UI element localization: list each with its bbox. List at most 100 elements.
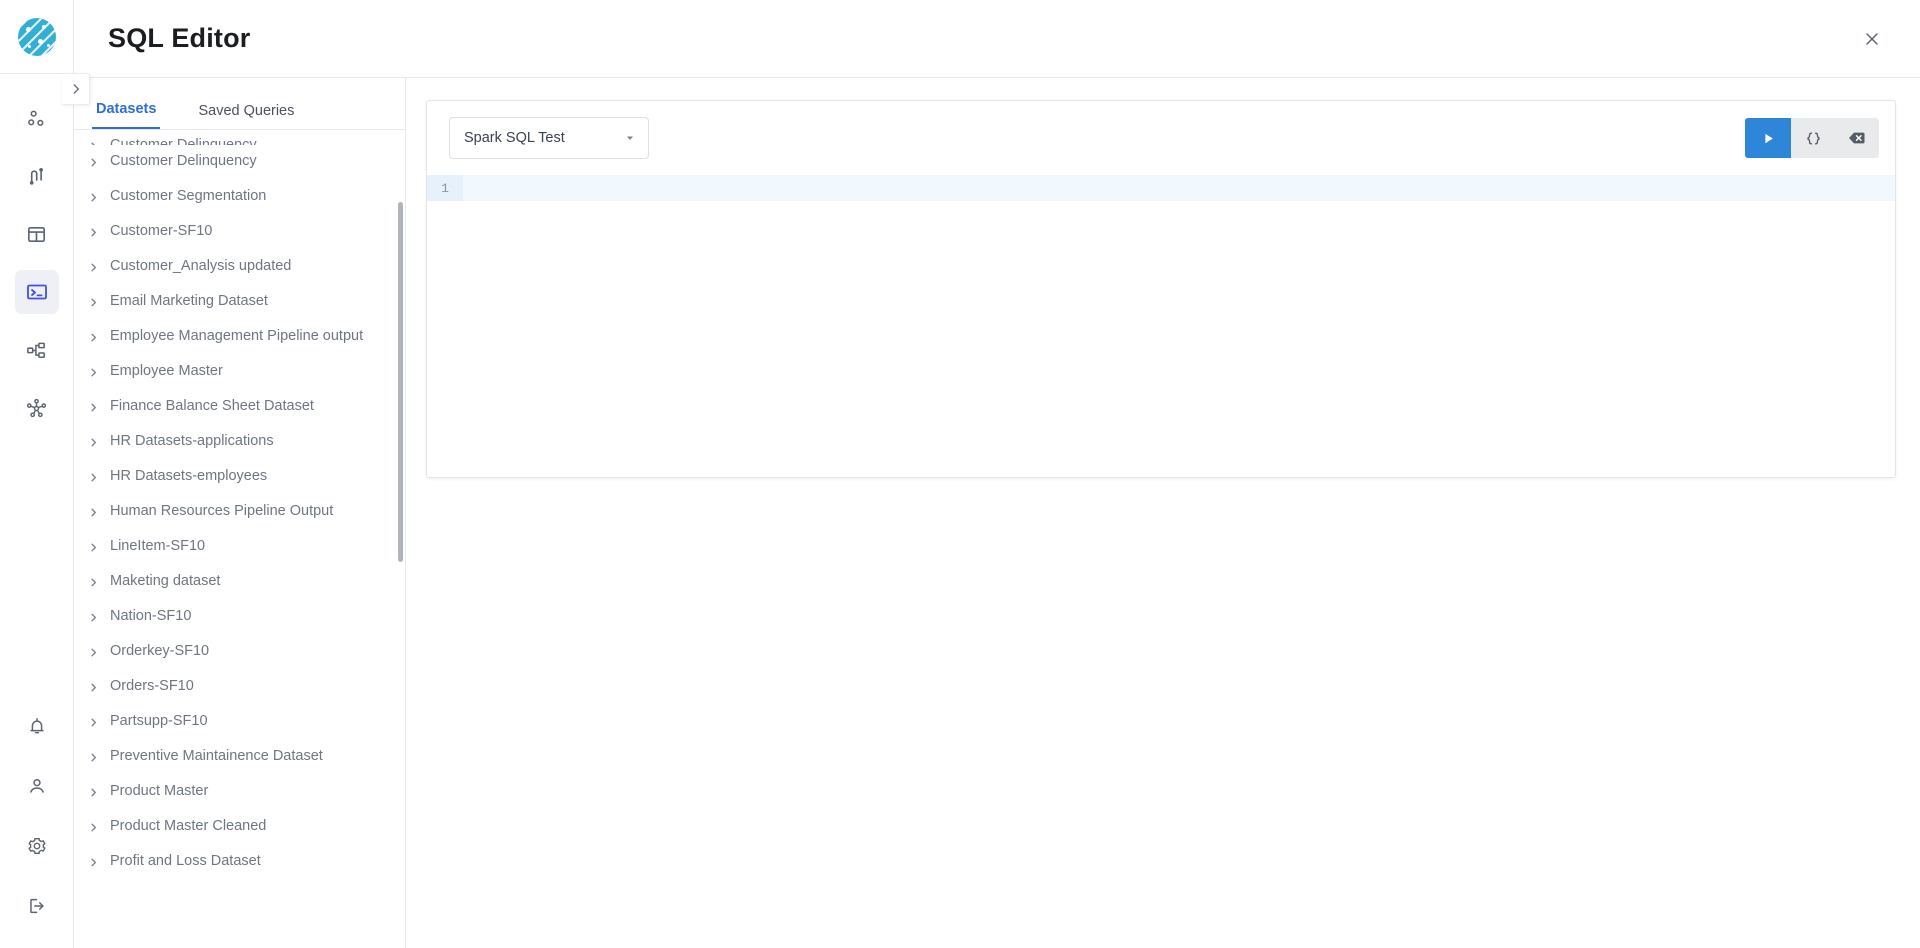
datasets-scrollbar-thumb[interactable] bbox=[398, 202, 403, 562]
chevron-down-icon bbox=[624, 132, 636, 144]
dataset-name: Maketing dataset bbox=[110, 573, 221, 589]
list-item[interactable]: Employee Master bbox=[74, 355, 405, 390]
list-item[interactable]: Customer Delinquency bbox=[74, 136, 405, 145]
expand-dataset-icon[interactable] bbox=[88, 330, 100, 348]
sidebar-item-tables[interactable] bbox=[15, 212, 59, 256]
chevron-right-icon bbox=[91, 858, 97, 867]
page-title: SQL Editor bbox=[108, 23, 251, 53]
logout-icon bbox=[30, 898, 44, 914]
datasets-list[interactable]: Customer Delinquency Customer Delinquency… bbox=[74, 130, 405, 948]
profile-button[interactable] bbox=[15, 764, 59, 808]
scatter-nodes-icon bbox=[28, 110, 44, 126]
expand-dataset-icon[interactable] bbox=[88, 505, 100, 523]
list-item[interactable]: Customer Delinquency bbox=[74, 145, 405, 180]
code-line-content[interactable] bbox=[463, 175, 1895, 201]
list-item[interactable]: HR Datasets-employees bbox=[74, 460, 405, 495]
expand-dataset-icon[interactable] bbox=[88, 435, 100, 453]
dataset-name: Customer Delinquency bbox=[110, 153, 257, 169]
list-item[interactable]: Product Master Cleaned bbox=[74, 810, 405, 845]
chevron-right-icon bbox=[91, 193, 97, 202]
expand-dataset-icon[interactable] bbox=[88, 295, 100, 313]
rail-secondary-nav bbox=[0, 704, 74, 928]
list-item[interactable]: Orders-SF10 bbox=[74, 670, 405, 705]
chevron-right-icon bbox=[91, 788, 97, 797]
list-item[interactable]: Partsupp-SF10 bbox=[74, 705, 405, 740]
chevron-right-icon bbox=[91, 578, 97, 587]
close-button[interactable] bbox=[1852, 19, 1892, 59]
panel-tabs: Datasets Saved Queries bbox=[74, 78, 405, 130]
expand-dataset-icon[interactable] bbox=[88, 715, 100, 733]
expand-dataset-icon[interactable] bbox=[88, 139, 100, 145]
chevron-right-icon bbox=[91, 438, 97, 447]
expand-dataset-icon[interactable] bbox=[88, 190, 100, 208]
expand-dataset-icon[interactable] bbox=[88, 645, 100, 663]
chevron-right-icon bbox=[91, 333, 97, 342]
dataset-name: Employee Management Pipeline output bbox=[110, 328, 364, 344]
expand-dataset-icon[interactable] bbox=[88, 225, 100, 243]
sidebar-item-workflow[interactable] bbox=[15, 328, 59, 372]
list-item[interactable]: Customer Segmentation bbox=[74, 180, 405, 215]
expand-dataset-icon[interactable] bbox=[88, 470, 100, 488]
dataset-name: Customer-SF10 bbox=[110, 223, 213, 239]
sidebar-item-lineage[interactable] bbox=[15, 386, 59, 430]
expand-dataset-icon[interactable] bbox=[88, 680, 100, 698]
sidebar-item-sql-editor[interactable] bbox=[14, 270, 59, 314]
expand-dataset-icon[interactable] bbox=[88, 785, 100, 803]
expand-dataset-icon[interactable] bbox=[88, 820, 100, 838]
list-item[interactable]: Customer_Analysis updated bbox=[74, 250, 405, 285]
list-item[interactable]: HR Datasets-applications bbox=[74, 425, 405, 460]
dataset-name: Customer_Analysis updated bbox=[110, 258, 292, 274]
code-line[interactable]: 1 bbox=[427, 175, 1895, 201]
backspace-delete-icon bbox=[1849, 132, 1865, 144]
expand-dataset-icon[interactable] bbox=[88, 260, 100, 278]
expand-dataset-icon[interactable] bbox=[88, 610, 100, 628]
list-item[interactable]: Human Resources Pipeline Output bbox=[74, 495, 405, 530]
expand-dataset-icon[interactable] bbox=[88, 540, 100, 558]
list-item[interactable]: Customer-SF10 bbox=[74, 215, 405, 250]
main-column: SQL Editor Datasets Saved Queries Custom… bbox=[74, 0, 1920, 948]
sidebar-expand-button[interactable] bbox=[62, 73, 90, 105]
settings-button[interactable] bbox=[15, 824, 59, 868]
dataset-name: HR Datasets-applications bbox=[110, 433, 274, 449]
editor-toolbar: Spark SQL Test bbox=[427, 101, 1895, 175]
notifications-button[interactable] bbox=[15, 704, 59, 748]
code-editor[interactable]: 1 bbox=[427, 175, 1895, 477]
dataset-name: Partsupp-SF10 bbox=[110, 713, 208, 729]
expand-dataset-icon[interactable] bbox=[88, 365, 100, 383]
expand-dataset-icon[interactable] bbox=[88, 750, 100, 768]
app-left-rail bbox=[0, 0, 74, 948]
list-item[interactable]: Email Marketing Dataset bbox=[74, 285, 405, 320]
list-item[interactable]: Nation-SF10 bbox=[74, 600, 405, 635]
list-item[interactable]: LineItem-SF10 bbox=[74, 530, 405, 565]
app-logo[interactable] bbox=[0, 0, 74, 74]
rail-primary-nav bbox=[14, 96, 59, 444]
list-item[interactable]: Orderkey-SF10 bbox=[74, 635, 405, 670]
list-item[interactable]: Product Master bbox=[74, 775, 405, 810]
list-item[interactable]: Preventive Maintainence Dataset bbox=[74, 740, 405, 775]
dataset-name: HR Datasets-employees bbox=[110, 468, 268, 484]
tab-saved-queries[interactable]: Saved Queries bbox=[194, 103, 298, 129]
chevron-right-icon bbox=[91, 368, 97, 377]
expand-dataset-icon[interactable] bbox=[88, 400, 100, 418]
list-item[interactable]: Employee Management Pipeline output bbox=[74, 320, 405, 355]
expand-dataset-icon[interactable] bbox=[88, 855, 100, 873]
expand-dataset-icon[interactable] bbox=[88, 575, 100, 593]
format-query-button[interactable] bbox=[1791, 118, 1835, 158]
line-number: 1 bbox=[427, 175, 463, 201]
clear-query-button[interactable] bbox=[1835, 118, 1879, 158]
terminal-icon bbox=[26, 284, 47, 300]
dataset-select[interactable]: Spark SQL Test bbox=[449, 117, 649, 159]
chevron-right-icon bbox=[91, 648, 97, 657]
list-item[interactable]: Maketing dataset bbox=[74, 565, 405, 600]
tab-datasets[interactable]: Datasets bbox=[92, 101, 161, 129]
list-item[interactable]: Profit and Loss Dataset bbox=[74, 845, 405, 880]
sidebar-item-pipelines[interactable] bbox=[15, 154, 59, 198]
logout-button[interactable] bbox=[15, 884, 59, 928]
run-query-button[interactable] bbox=[1745, 118, 1791, 158]
dataset-name: Profit and Loss Dataset bbox=[110, 853, 261, 869]
page-header: SQL Editor bbox=[74, 0, 1920, 78]
sidebar-item-data-nodes[interactable] bbox=[15, 96, 59, 140]
play-icon bbox=[1764, 133, 1773, 143]
expand-dataset-icon[interactable] bbox=[88, 155, 100, 173]
list-item[interactable]: Finance Balance Sheet Dataset bbox=[74, 390, 405, 425]
